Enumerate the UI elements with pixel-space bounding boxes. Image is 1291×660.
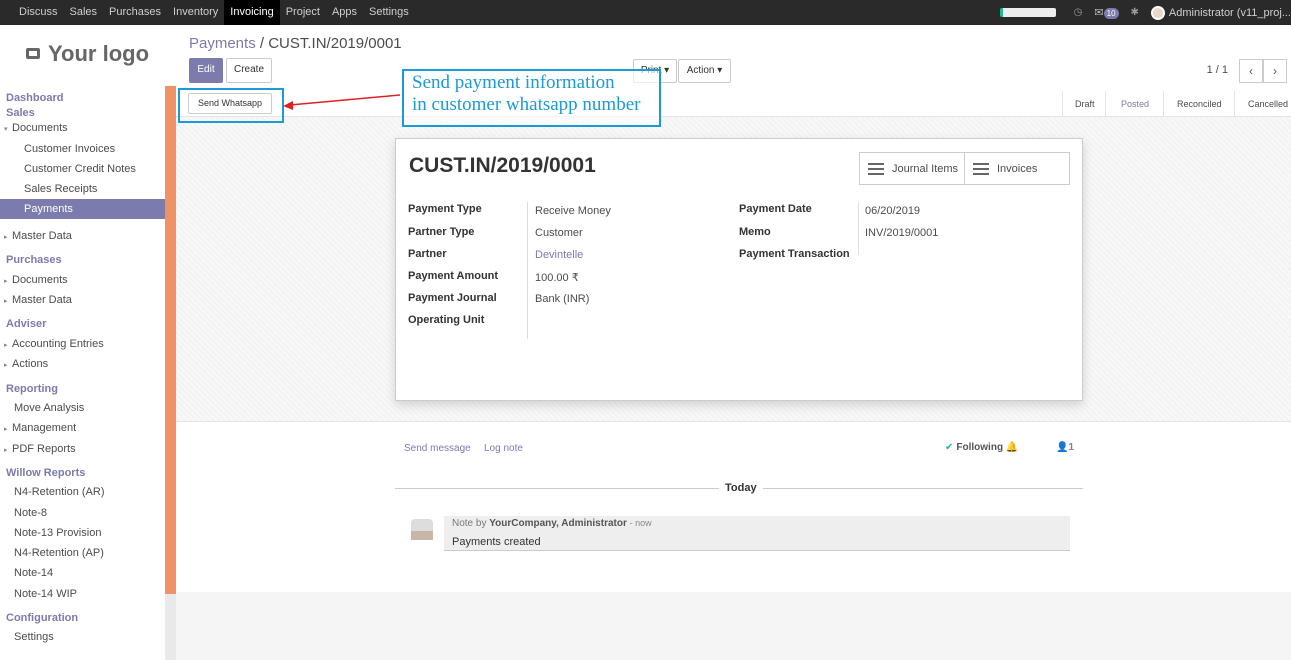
annotation-arrow [283,94,401,110]
arrow-line [289,94,401,106]
arrow-head [283,101,293,110]
